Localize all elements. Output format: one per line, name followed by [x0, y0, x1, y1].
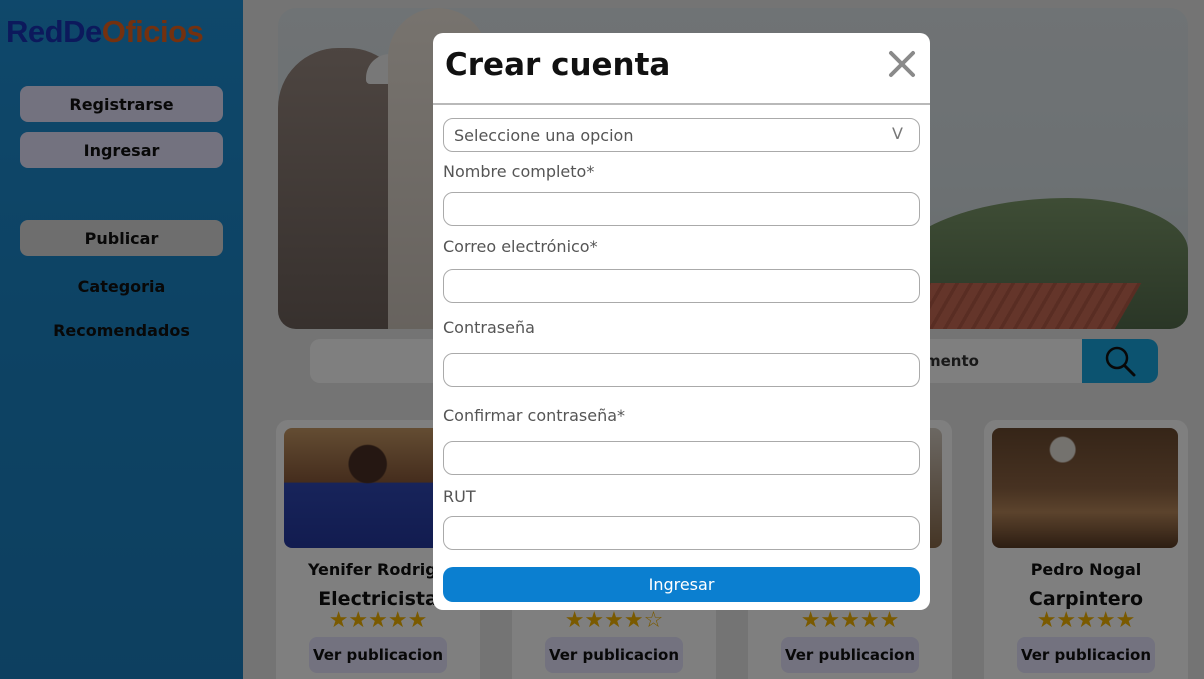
close-icon — [889, 51, 915, 77]
password-field[interactable] — [443, 353, 920, 387]
create-account-modal: Crear cuenta Seleccione una opcion V Nom… — [433, 33, 930, 610]
rut-label: RUT — [443, 487, 476, 506]
full-name-field[interactable] — [443, 192, 920, 226]
select-value: Seleccione una opcion — [454, 125, 634, 145]
password-label: Contraseña — [443, 318, 535, 337]
email-label: Correo electrónico* — [443, 237, 598, 256]
full-name-label: Nombre completo* — [443, 162, 595, 181]
modal-title: Crear cuenta — [445, 47, 671, 83]
close-button[interactable] — [887, 49, 917, 79]
confirm-password-label: Confirmar contraseña* — [443, 406, 626, 425]
confirm-password-field[interactable] — [443, 441, 920, 475]
chevron-down-icon: V — [892, 124, 903, 143]
account-type-select[interactable]: Seleccione una opcion V — [443, 118, 920, 152]
submit-button[interactable]: Ingresar — [443, 567, 920, 602]
rut-field[interactable] — [443, 516, 920, 550]
email-field[interactable] — [443, 269, 920, 303]
modal-divider — [433, 103, 930, 105]
